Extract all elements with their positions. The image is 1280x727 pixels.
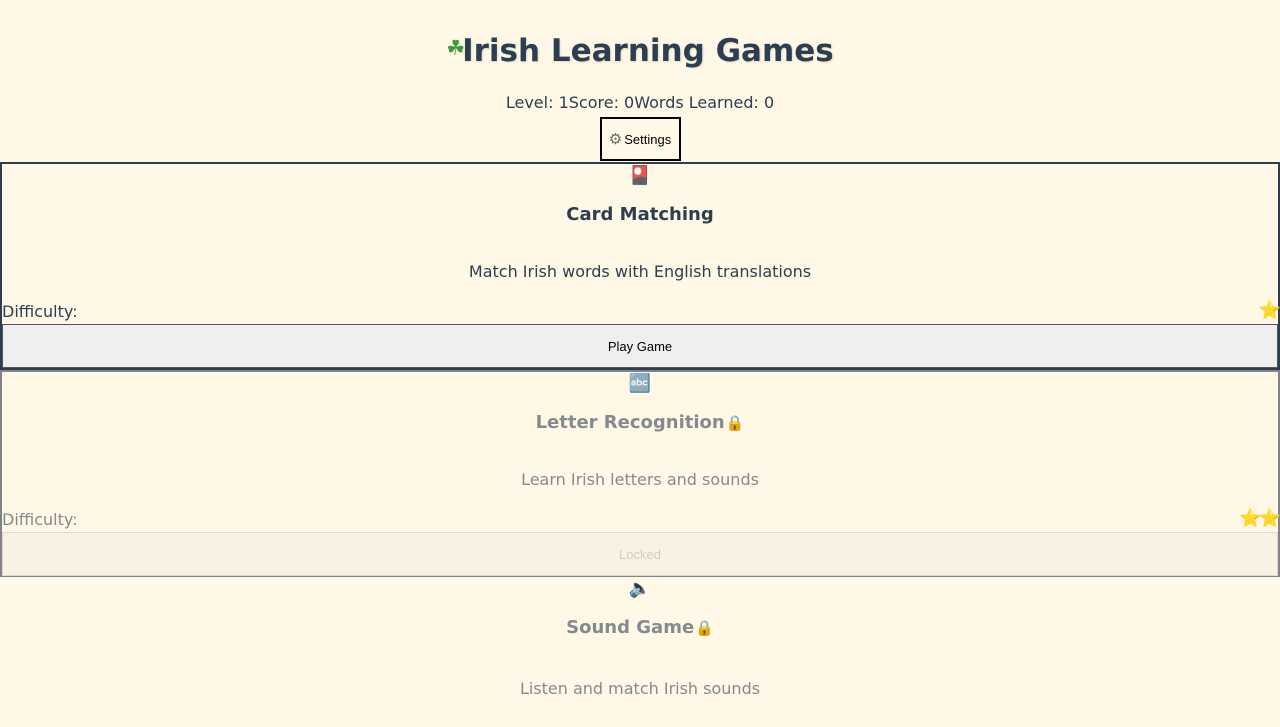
difficulty-stars: ⭐ [1258, 300, 1280, 321]
lock-icon: 🔒 [695, 619, 714, 637]
playing-card-icon: 🎴 [628, 165, 652, 186]
game-description: Match Irish words with English translati… [468, 262, 812, 281]
page-title-text: Irish Learning Games [462, 33, 834, 69]
difficulty-stars: ⭐⭐ [1239, 508, 1280, 529]
difficulty-label: Difficulty: [2, 510, 78, 529]
score-stat: Score: 0 [568, 93, 635, 112]
words-learned-stat: Words Learned: 0 [634, 93, 775, 112]
game-title: Card Matching [566, 204, 714, 225]
game-title-text: Letter Recognition [535, 412, 725, 433]
difficulty-label: Difficulty: [2, 302, 78, 321]
gear-icon: ⚙ [608, 131, 623, 148]
settings-button[interactable]: ⚙ Settings [599, 117, 681, 161]
page-title: ☘Irish Learning Games [0, 0, 1280, 69]
game-description: Listen and match Irish sounds [519, 679, 761, 698]
game-description: Learn Irish letters and sounds [521, 470, 759, 489]
game-card-card-matching: 🎴 Card Matching Match Irish words with E… [0, 162, 1280, 370]
stats-bar: Level: 1Score: 0Words Learned: 0 [0, 89, 1280, 117]
game-title: Sound Game🔒 [0, 617, 1280, 638]
speaker-icon: 🔈 [628, 578, 652, 599]
locked-game-button[interactable]: Locked [2, 532, 1278, 576]
lock-icon: 🔒 [725, 414, 745, 432]
game-card-letter-recognition: 🔤 Letter Recognition🔒 Learn Irish letter… [0, 370, 1280, 577]
app-header: ☘Irish Learning Games Level: 1Score: 0Wo… [0, 0, 1280, 162]
play-game-button[interactable]: Play Game [2, 324, 1278, 368]
abc-letters-icon: 🔤 [628, 373, 652, 394]
game-card-sound-game: 🔈 Sound Game🔒 Listen and match Irish sou… [0, 577, 1280, 727]
settings-label: Settings [624, 131, 672, 147]
level-stat: Level: 1 [505, 93, 569, 112]
game-title: Letter Recognition🔒 [2, 412, 1278, 433]
game-title-text: Sound Game [566, 617, 695, 638]
